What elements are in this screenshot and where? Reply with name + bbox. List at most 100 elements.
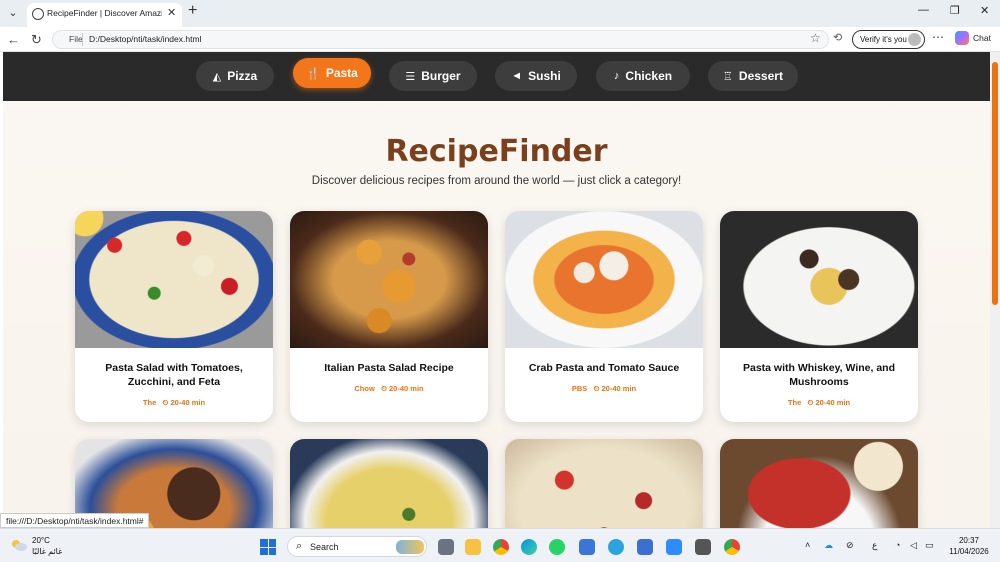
window-close-icon[interactable]: ✕ <box>980 4 989 17</box>
whatsapp-icon[interactable] <box>549 539 565 555</box>
verify-label: Verify it's you <box>860 35 907 44</box>
category-chicken[interactable]: ♪ Chicken <box>596 61 690 91</box>
chevron-up-icon[interactable]: ˄ <box>805 540 810 550</box>
globe-icon <box>32 8 44 20</box>
recipe-title[interactable]: Crab Pasta and Tomato Sauce <box>515 361 693 375</box>
tab-actions-chevron-icon[interactable]: ⌄ <box>5 5 21 21</box>
category-label: Chicken <box>625 69 673 83</box>
recipe-source: The <box>142 398 157 407</box>
maximize-icon[interactable]: ❐ <box>950 4 960 17</box>
recipe-card[interactable]: Italian Pasta Salad Recipe Chow ⏲ 20-40 … <box>290 211 488 422</box>
recipe-meta: The ⏲ 20-40 min <box>75 398 273 408</box>
url-scheme-label: File <box>69 34 83 44</box>
fish-icon: ◄ <box>511 70 523 82</box>
clock-icon: ⏲ <box>381 384 387 393</box>
new-tab-icon[interactable]: + <box>188 2 197 20</box>
battery-icon[interactable]: ▭ <box>925 540 934 551</box>
clock-date[interactable]: 11/04/2026 <box>944 547 994 556</box>
url-divider <box>82 33 83 46</box>
more-options-icon[interactable]: ⋯ <box>932 30 944 44</box>
recipe-image <box>720 439 918 528</box>
task-view-icon[interactable] <box>438 539 454 555</box>
status-url-tooltip: file:///D:/Desktop/nti/task/index.html# <box>0 513 150 528</box>
windows-start-icon[interactable] <box>260 539 276 555</box>
category-pizza[interactable]: ◭ Pizza <box>196 61 274 91</box>
tab-title: RecipeFinder | Discover Amazing R <box>47 8 162 18</box>
category-label: Burger <box>421 69 461 83</box>
recipe-card[interactable]: Pasta Salad with Tomatoes, Zucchini, and… <box>75 211 273 422</box>
browser-tab-bar: ⌄ RecipeFinder | Discover Amazing R ✕ + … <box>0 0 1000 27</box>
recipe-source: Chow <box>354 384 375 393</box>
url-text[interactable]: D:/Desktop/nti/task/index.html <box>89 34 201 44</box>
chrome-icon[interactable] <box>493 539 509 555</box>
recipe-time: 20-40 min <box>601 384 637 393</box>
volume-icon[interactable]: ◁ <box>910 540 917 551</box>
address-bar[interactable]: File D:/Desktop/nti/task/index.html <box>52 30 829 49</box>
cloud-icon[interactable] <box>10 538 28 552</box>
app-g-icon[interactable] <box>695 539 711 555</box>
recipe-time: 20-40 min <box>389 384 424 393</box>
cake-icon: ♖ <box>723 70 733 83</box>
verify-profile-button[interactable]: Verify it's you <box>852 30 925 49</box>
chat-button[interactable]: Chat <box>973 33 991 43</box>
recipe-time: 20-40 min <box>170 398 206 407</box>
file-explorer-icon[interactable] <box>465 539 481 555</box>
recipe-card[interactable]: Pasta with Whiskey, Wine, and Mushrooms … <box>720 211 918 422</box>
taskbar-search[interactable]: ⌕ Search <box>287 536 427 557</box>
recipe-card[interactable] <box>290 439 488 528</box>
edge-icon[interactable] <box>521 539 537 555</box>
category-label: Dessert <box>738 69 783 83</box>
address-toolbar: ← ↻ File D:/Desktop/nti/task/index.html … <box>0 27 1000 52</box>
avatar <box>908 33 921 46</box>
recipe-title[interactable]: Pasta with Whiskey, Wine, and Mushrooms <box>730 361 908 389</box>
category-label: Sushi <box>528 69 561 83</box>
refresh-icon[interactable]: ↻ <box>31 32 42 48</box>
category-navbar: ◭ Pizza 🍴 Pasta ☰ Burger ◄ Sushi ♪ Chick… <box>3 52 990 101</box>
close-tab-icon[interactable]: ✕ <box>167 6 176 19</box>
input-language-label[interactable]: ع <box>872 540 877 551</box>
telegram-icon[interactable] <box>608 539 624 555</box>
recipe-title[interactable]: Italian Pasta Salad Recipe <box>300 361 478 375</box>
minimize-icon[interactable]: — <box>918 4 929 16</box>
store-icon[interactable] <box>579 539 595 555</box>
burger-icon: ☰ <box>405 70 416 83</box>
taskbar: 20°C غائم غالبًا ⌕ Search ˄ ☁ ⊘ ع ◔ ◁ ▭ … <box>0 528 1000 562</box>
recipe-image <box>720 211 918 348</box>
scrollbar-thumb[interactable] <box>992 62 998 305</box>
page-scrollbar[interactable] <box>990 52 1000 528</box>
recipe-image <box>75 211 273 348</box>
notification-off-icon[interactable]: ⊘ <box>846 540 854 551</box>
chrome-profile-icon[interactable] <box>724 539 740 555</box>
category-burger[interactable]: ☰ Burger <box>389 61 477 91</box>
zoom-icon[interactable] <box>666 539 682 555</box>
back-arrow-icon[interactable]: ← <box>7 32 20 47</box>
page-viewport: ◭ Pizza 🍴 Pasta ☰ Burger ◄ Sushi ♪ Chick… <box>3 52 990 528</box>
recipe-source: The <box>787 398 802 407</box>
wifi-icon[interactable]: ◔ <box>895 540 900 550</box>
category-sushi[interactable]: ◄ Sushi <box>495 61 577 91</box>
pizza-icon: ◭ <box>212 70 222 83</box>
recipe-card[interactable]: Crab Pasta and Tomato Sauce PBS ⏲ 20-40 … <box>505 211 703 422</box>
category-label: Pizza <box>227 69 258 83</box>
recipe-image <box>505 211 703 348</box>
page-subtitle: Discover delicious recipes from around t… <box>311 175 682 187</box>
onedrive-icon[interactable]: ☁ <box>824 540 833 551</box>
recipe-time: 20-40 min <box>815 398 851 407</box>
recipe-source: PBS <box>571 384 588 393</box>
recipe-card[interactable] <box>720 439 918 528</box>
favorite-star-icon[interactable]: ☆ <box>810 31 821 45</box>
copilot-icon[interactable] <box>955 31 969 45</box>
clock-icon: ⏲ <box>593 384 600 393</box>
recipe-title[interactable]: Pasta Salad with Tomatoes, Zucchini, and… <box>85 361 263 389</box>
category-dessert[interactable]: ♖ Dessert <box>708 61 798 91</box>
weather-condition[interactable]: غائم غالبًا <box>32 547 62 556</box>
split-screen-icon[interactable]: ⟲ <box>833 31 842 44</box>
weather-temperature[interactable]: 20°C <box>32 536 50 545</box>
search-icon: ⌕ <box>296 540 303 552</box>
browser-tab[interactable]: RecipeFinder | Discover Amazing R ✕ <box>27 3 182 27</box>
recipe-image <box>505 439 703 528</box>
category-pasta[interactable]: 🍴 Pasta <box>293 58 371 88</box>
recipe-card[interactable] <box>505 439 703 528</box>
mail-icon[interactable] <box>637 539 653 555</box>
clock-time[interactable]: 20:37 <box>944 536 994 545</box>
